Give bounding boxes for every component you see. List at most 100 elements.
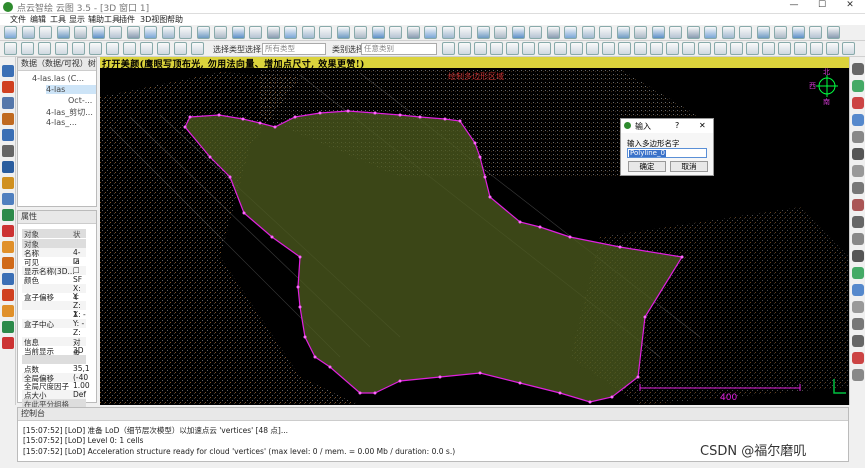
toolbar-tool-icon[interactable] [739,26,752,39]
toolbar-tool-icon[interactable] [389,26,402,39]
property-row[interactable] [22,354,86,364]
toolbar-tool-icon[interactable] [424,26,437,39]
toolbar-tool-icon[interactable] [809,26,822,39]
toolbar-tool-icon[interactable] [698,42,711,55]
right-tool-icon[interactable] [852,114,864,126]
tree-item-cut[interactable]: 4-las_剪切... [46,107,93,118]
right-tool-icon[interactable] [852,233,864,245]
property-row[interactable]: 名称 4-la [22,247,86,266]
toolbar-tool-icon[interactable] [570,42,583,55]
toolbar-tool-icon[interactable] [196,26,210,39]
dialog-close-button[interactable]: ✕ [699,121,706,130]
polygon-vertex[interactable] [568,235,572,239]
toolbar-tool-icon[interactable] [301,26,315,39]
polygon-vertex[interactable] [293,115,297,119]
polygon-vertex[interactable] [358,391,362,395]
polygon-vertex[interactable] [518,381,522,385]
toolbar-tool-icon[interactable] [458,42,471,55]
toolbar-tool-icon[interactable] [842,42,855,55]
toolbar-tool-icon[interactable] [266,26,280,39]
toolbar-tool-icon[interactable] [442,42,455,55]
left-tool-icon[interactable] [2,257,14,269]
left-tool-icon[interactable] [2,81,14,93]
toolbar-tool-icon[interactable] [669,26,682,39]
toolbar-tool-icon[interactable] [581,26,595,39]
polygon-vertex[interactable] [188,115,192,119]
toolbar-tool-icon[interactable] [319,26,332,39]
right-tool-icon[interactable] [852,165,864,177]
property-row[interactable]: 点大小 Def [22,390,86,400]
toolbar-tool-icon[interactable] [371,26,385,39]
polygon-vertex[interactable] [208,155,212,159]
right-tool-icon[interactable] [852,284,864,296]
polygon-vertex[interactable] [636,375,640,379]
property-row[interactable]: X: - [22,310,86,319]
left-tool-icon[interactable] [2,209,14,221]
polygon-vertex[interactable] [558,391,562,395]
toolbar-tool-icon[interactable] [39,26,52,39]
toolbar-tool-icon[interactable] [810,42,823,55]
toolbar-tool-icon[interactable] [522,42,535,55]
toolbar-tool-icon[interactable] [778,42,791,55]
right-tool-icon[interactable] [852,199,864,211]
left-tool-icon[interactable] [2,177,14,189]
close-button[interactable]: ✕ [838,0,862,13]
dialog-help-button[interactable]: ? [675,121,679,130]
property-row[interactable]: Z: 6 [22,328,86,346]
toolbar-tool-icon[interactable] [38,42,51,55]
polygon-vertex[interactable] [318,111,322,115]
toolbar-tool-icon[interactable] [714,42,727,55]
toolbar-tool-icon[interactable] [554,42,567,55]
property-row[interactable]: 颜色 SF [22,275,86,285]
polygon-vertex[interactable] [273,125,277,129]
right-tool-icon[interactable] [852,318,864,330]
polygon-vertex[interactable] [270,235,274,239]
toolbar-tool-icon[interactable] [721,26,735,39]
polygon-vertex[interactable] [478,155,482,159]
polygon-vertex[interactable] [398,113,402,117]
right-tool-icon[interactable] [852,369,864,381]
maximize-button[interactable]: ☐ [810,0,834,13]
toolbar-tool-icon[interactable] [538,42,551,55]
toolbar-tool-icon[interactable] [459,26,472,39]
polygon-vertex[interactable] [473,141,477,145]
toolbar-tool-icon[interactable] [826,26,840,39]
toolbar-tool-icon[interactable] [89,42,102,55]
tree-item-cloud[interactable]: 4-las [46,85,96,94]
toolbar-tool-icon[interactable] [476,26,490,39]
property-row[interactable]: 全局尺度因子 1.00 [22,381,90,391]
polygon-vertex[interactable] [346,109,350,113]
toolbar-tool-icon[interactable] [634,26,647,39]
toolbar-tool-icon[interactable] [21,26,35,39]
toolbar-tool-icon[interactable] [354,26,367,39]
selection-type-select[interactable]: 所有类型 [262,43,326,55]
cancel-button[interactable]: 取消 [670,161,708,172]
polygon-vertex[interactable] [680,255,684,259]
left-tool-icon[interactable] [2,193,14,205]
toolbar-tool-icon[interactable] [650,42,663,55]
left-tool-icon[interactable] [2,273,14,285]
3d-viewport[interactable]: 400 北 西 南 绘制多边形区域 打开美颜(鹰眼写顶布光, 勿用法向量、增加点… [100,57,849,405]
left-tool-icon[interactable] [2,321,14,333]
toolbar-tool-icon[interactable] [231,26,245,39]
menu-help[interactable]: 帮助 [167,14,183,25]
right-tool-icon[interactable] [852,250,864,262]
toolbar-tool-icon[interactable] [666,42,679,55]
polygon-vertex[interactable] [458,119,462,123]
toolbar-tool-icon[interactable] [249,26,262,39]
right-tool-icon[interactable] [852,267,864,279]
property-row[interactable]: 对象 [22,239,86,249]
toolbar-tool-icon[interactable] [191,42,204,55]
property-row[interactable]: 显示名称(3D... ☐ [22,265,86,276]
ok-button[interactable]: 确定 [628,161,666,172]
right-tool-icon[interactable] [852,335,864,347]
polygon-vertex[interactable] [373,111,377,115]
menu-edit[interactable]: 编辑 [30,14,46,25]
category-select[interactable]: 任意类别 [361,43,437,55]
polygon-vertex[interactable] [398,379,402,383]
toolbar-tool-icon[interactable] [157,42,170,55]
toolbar-tool-icon[interactable] [618,42,631,55]
left-tool-icon[interactable] [2,305,14,317]
point-cloud-canvas[interactable]: 400 北 西 南 绘制多边形区域 [100,57,849,405]
left-tool-icon[interactable] [2,145,14,157]
